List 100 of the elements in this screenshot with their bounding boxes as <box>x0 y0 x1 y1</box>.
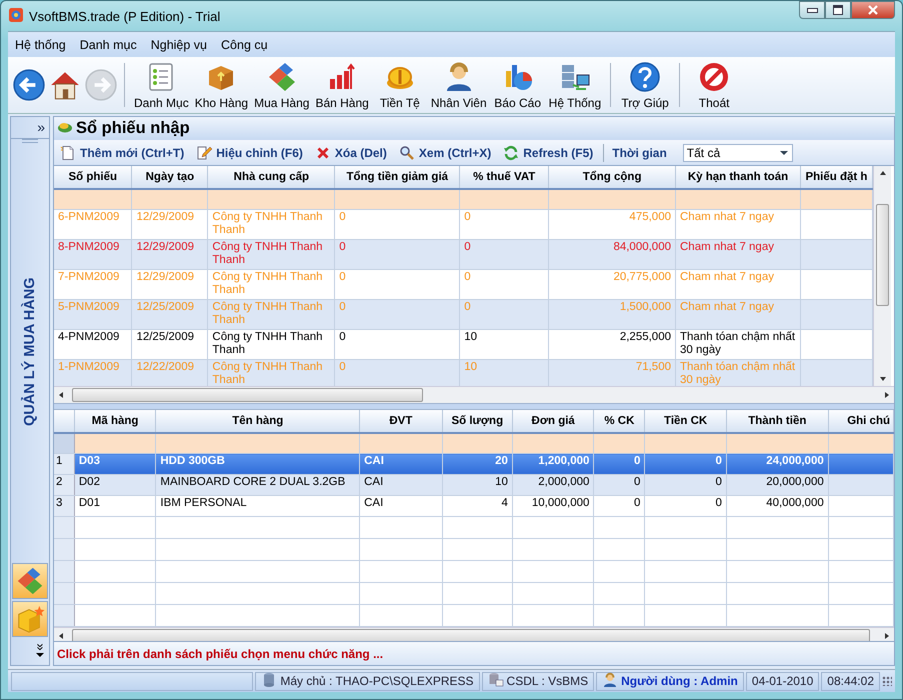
hint-text: Click phải trên danh sách phiếu chọn menu chức năng ... <box>57 646 384 660</box>
table-cell: 10 <box>495 476 508 488</box>
horizontal-scrollbar[interactable] <box>54 627 894 641</box>
column-header[interactable]: Thành tiền <box>726 410 828 433</box>
table-cell: CAI <box>364 476 384 488</box>
toolbar-button[interactable]: Báo Cáo <box>490 60 546 110</box>
scrollbar-thumb[interactable] <box>876 204 889 306</box>
table-cell: CAI <box>364 455 384 467</box>
table-cell: 0 <box>339 271 346 283</box>
blocks-icon[interactable] <box>15 566 45 596</box>
period-label: Thời gian <box>612 146 667 160</box>
toolbar-button[interactable]: Thoát <box>686 60 742 110</box>
table-row[interactable]: 2 D02 MAINBOARD CORE 2 DUAL 3.2GB CAI 10 2,000,000 0 0 20,000,000 <box>54 474 894 496</box>
scroll-up-icon[interactable] <box>880 171 886 175</box>
table-cell: CAI <box>364 497 384 509</box>
table-cell: 0 <box>634 497 640 509</box>
horizontal-scrollbar[interactable] <box>54 386 894 403</box>
table-cell: Công ty TNHH Thanh Thanh <box>212 331 323 356</box>
toolbar-button[interactable]: Thêm mới (Ctrl+T) <box>58 144 186 160</box>
period-dropdown[interactable]: Tất cả <box>682 144 793 162</box>
table-cell: D03 <box>78 455 100 467</box>
toolbar-button[interactable]: Bán Hàng <box>312 60 372 110</box>
column-header[interactable]: Số lượng <box>442 410 512 433</box>
column-header[interactable]: Ngày tạo <box>132 166 208 189</box>
table-row[interactable]: 4-PNM2009 12/25/2009 Công ty TNHH Thanh Thanh 0 10 2,255,000 Thanh tóan chậm nhất 30 ngày <box>54 330 872 360</box>
table-cell: 12/25/2009 <box>136 331 194 343</box>
table-cell: 1,500,000 <box>620 301 671 313</box>
column-header[interactable]: Kỳ hạn thanh toán <box>676 166 800 189</box>
table-cell: 0 <box>464 241 471 253</box>
table-cell: Cham nhat 7 ngay <box>680 271 774 283</box>
row-number: 3 <box>56 497 62 509</box>
scroll-down-icon[interactable] <box>880 377 886 381</box>
table-cell: 12/29/2009 <box>136 211 194 223</box>
toolbar-button[interactable]: Xóa (Del) <box>312 144 389 160</box>
maximize-button[interactable] <box>825 1 851 19</box>
column-header[interactable]: % thuế VAT <box>460 166 549 189</box>
resize-grip-icon[interactable] <box>882 676 892 686</box>
toolbar-button[interactable]: Xem (Ctrl+X) <box>396 144 494 160</box>
prohibited-icon <box>698 60 730 92</box>
toolbar-button[interactable]: Hiệu chỉnh (F6) <box>194 144 305 160</box>
table-cell: D01 <box>78 497 100 509</box>
table-cell: 10 <box>464 361 478 373</box>
table-cell: Công ty TNHH Thanh Thanh <box>212 211 323 236</box>
column-header[interactable]: Đơn giá <box>512 410 594 433</box>
table-cell: 4 <box>502 497 508 509</box>
table-cell: 71,500 <box>636 361 671 373</box>
column-header[interactable]: % CK <box>594 410 645 433</box>
toolbar-button[interactable]: Danh Mục <box>131 60 192 110</box>
toolbar-button[interactable]: Nhân Viên <box>428 60 490 110</box>
column-header[interactable]: Nhà cung cấp <box>208 166 335 189</box>
table-cell: 0 <box>339 361 346 373</box>
column-header[interactable]: Tổng cộng <box>548 166 676 189</box>
scrollbar-thumb[interactable] <box>72 629 870 641</box>
column-header[interactable]: Mã hàng <box>74 410 156 433</box>
table-row[interactable]: 8-PNM2009 12/29/2009 Công ty TNHH Thanh Thanh 0 0 84,000,000 Cham nhat 7 ngay <box>54 240 872 270</box>
collapse-button[interactable]: » <box>34 643 46 651</box>
table-cell: 12/25/2009 <box>136 301 194 313</box>
table-cell: 0 <box>715 476 722 488</box>
vertical-scrollbar[interactable] <box>873 166 891 386</box>
table-cell: 10,000,000 <box>532 497 590 509</box>
column-header[interactable]: Tiền CK <box>644 410 726 433</box>
table-cell: Công ty TNHH Thanh Thanh <box>212 301 323 326</box>
menu-item[interactable]: Danh mục <box>80 38 137 52</box>
refresh-icon <box>503 144 520 160</box>
splitter-handle[interactable] <box>54 403 894 410</box>
close-button[interactable] <box>851 1 895 19</box>
table-cell: 2,255,000 <box>620 331 671 343</box>
toolbar-button[interactable]: Kho Hàng <box>192 60 252 110</box>
column-header[interactable]: Tổng tiền giảm giá <box>334 166 460 189</box>
table-cell: 1-PNM2009 <box>58 361 120 373</box>
table-row[interactable]: 3 D01 IBM PERSONAL CAI 4 10,000,000 0 0 40,000,000 <box>54 496 894 516</box>
table-cell: 6-PNM2009 <box>58 211 120 223</box>
scrollbar-thumb[interactable] <box>72 388 424 402</box>
toolbar-button[interactable]: Trợ Giúp <box>617 60 674 110</box>
table-cell: 20,775,000 <box>613 271 671 283</box>
column-header[interactable]: Tên hàng <box>156 410 360 433</box>
scroll-left-icon[interactable] <box>59 392 63 398</box>
table-cell: 0 <box>715 497 722 509</box>
table-cell: 0 <box>339 241 346 253</box>
table-cell: 0 <box>339 331 346 343</box>
column-header[interactable]: Phiếu đặt h <box>800 166 872 189</box>
column-header[interactable]: Số phiếu <box>54 166 132 189</box>
search-icon <box>398 144 415 160</box>
scroll-right-icon[interactable] <box>885 392 889 398</box>
status-text: Máy chủ : THAO-PC\SQLEXPRESS <box>280 674 474 688</box>
minimize-button[interactable] <box>799 1 825 19</box>
toolbar-button[interactable]: Hệ Thống <box>546 60 604 110</box>
column-header[interactable]: ĐVT <box>360 410 442 433</box>
menu-item[interactable]: Công cụ <box>221 38 268 52</box>
table-cell: 0 <box>715 455 722 467</box>
table-cell: 0 <box>339 301 346 313</box>
menu-item[interactable]: Hệ thống <box>15 38 66 52</box>
toolbar-button[interactable]: Tiền Tệ <box>372 60 428 110</box>
table-row[interactable]: 1 D03 HDD 300GB CAI 20 1,200,000 0 0 24,000,000 <box>54 454 894 474</box>
toolbar-button[interactable]: Refresh (F5) <box>501 144 596 160</box>
expand-button[interactable]: » <box>11 117 49 139</box>
menu-item[interactable]: Nghiệp vụ <box>150 38 208 52</box>
column-header[interactable]: Ghi chú <box>828 410 894 433</box>
toolbar-button[interactable]: Mua Hàng <box>251 60 312 110</box>
table-cell: Thanh tóan chậm nhất 30 ngày <box>680 361 796 386</box>
